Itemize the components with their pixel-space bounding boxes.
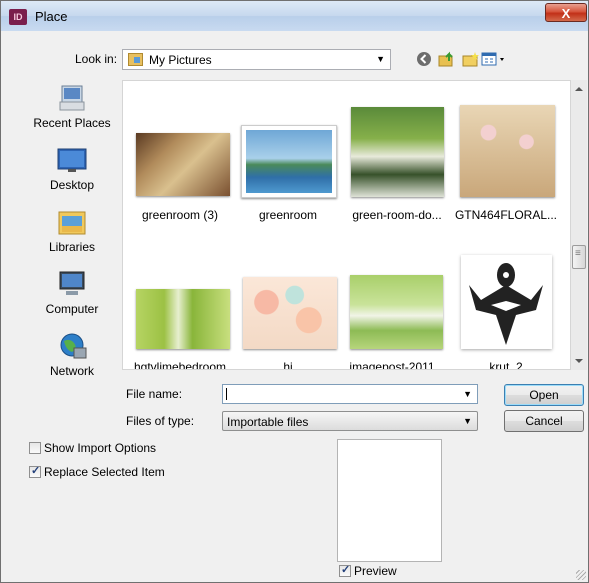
file-name: hj	[283, 360, 293, 370]
chevron-down-icon: ▼	[376, 54, 385, 64]
open-button[interactable]: Open	[504, 384, 584, 406]
recent-places-icon	[56, 84, 88, 112]
file-name: GTN464FLORAL...	[454, 208, 558, 222]
checkbox-label: Show Import Options	[44, 441, 157, 455]
scroll-down-icon[interactable]	[575, 359, 583, 363]
back-icon[interactable]	[415, 51, 433, 69]
files-of-type-label: Files of type:	[126, 414, 195, 428]
desktop-icon	[56, 146, 88, 174]
libraries-icon	[56, 208, 88, 236]
file-name: hgtvlimebedroom	[133, 360, 227, 370]
file-thumbnail	[136, 289, 230, 349]
chevron-down-icon[interactable]: ▼	[463, 389, 472, 399]
file-thumbnail	[461, 255, 552, 349]
place-desktop[interactable]: Desktop	[24, 146, 120, 192]
close-button[interactable]: X	[545, 3, 587, 22]
place-dialog: ID Place X Look in: My Pictures ▼ Recent…	[0, 0, 589, 583]
checkbox-label: Preview	[354, 564, 397, 578]
file-name-label: File name:	[126, 387, 183, 401]
up-folder-icon[interactable]	[438, 51, 456, 69]
checkbox-label: Replace Selected Item	[44, 465, 165, 479]
place-label: Recent Places	[33, 116, 111, 130]
file-thumbnail	[241, 125, 337, 198]
file-name: imagepost-2011...	[349, 360, 445, 370]
files-of-type-value: Importable files	[227, 415, 309, 429]
file-thumbnail	[460, 105, 555, 197]
place-network[interactable]: Network	[24, 332, 120, 378]
files-of-type-dropdown[interactable]: Importable files ▼	[222, 411, 478, 431]
place-libraries[interactable]: Libraries	[24, 208, 120, 254]
file-thumbnail	[136, 133, 230, 196]
file-name: greenroom (3)	[141, 208, 219, 222]
place-label: Network	[49, 364, 94, 378]
file-name-input[interactable]: ▼	[222, 384, 478, 404]
network-icon	[56, 332, 88, 360]
checkbox-box[interactable]	[29, 442, 41, 454]
text-caret	[226, 388, 227, 400]
file-name: green-room-do...	[352, 208, 442, 222]
resize-grip-icon[interactable]	[576, 570, 586, 580]
checkbox-box[interactable]	[29, 464, 41, 478]
cancel-button[interactable]: Cancel	[504, 410, 584, 432]
place-recent-places[interactable]: Recent Places	[24, 84, 120, 130]
computer-icon	[56, 270, 88, 298]
place-label: Desktop	[49, 178, 95, 192]
preview-pane	[337, 439, 442, 562]
places-bar: Recent Places Desktop Libraries Computer…	[24, 80, 120, 385]
checkbox-box[interactable]	[339, 563, 351, 577]
look-in-label: Look in:	[75, 52, 118, 66]
file-name: krut_2	[489, 360, 523, 370]
window-title: Place	[35, 9, 68, 24]
place-label: Libraries	[48, 240, 96, 254]
pictures-folder-icon	[128, 53, 143, 66]
chevron-down-icon: ▼	[463, 416, 472, 426]
new-folder-icon[interactable]	[462, 51, 480, 69]
file-list[interactable]: greenroom (3) greenroom green-room-do...…	[122, 80, 571, 370]
file-thumbnail	[243, 277, 337, 349]
place-computer[interactable]: Computer	[24, 270, 120, 316]
scroll-thumb[interactable]	[572, 245, 586, 269]
indesign-app-icon: ID	[9, 9, 27, 25]
scroll-up-icon[interactable]	[575, 87, 583, 91]
file-name: greenroom	[258, 208, 318, 222]
file-thumbnail	[350, 275, 443, 349]
place-label: Computer	[45, 302, 99, 316]
file-list-scrollbar[interactable]	[570, 80, 587, 370]
look-in-value: My Pictures	[149, 53, 212, 67]
look-in-dropdown[interactable]: My Pictures ▼	[122, 49, 391, 70]
file-thumbnail	[351, 107, 444, 197]
title-bar[interactable]: ID Place X	[1, 1, 588, 31]
views-menu-icon[interactable]	[479, 51, 509, 69]
